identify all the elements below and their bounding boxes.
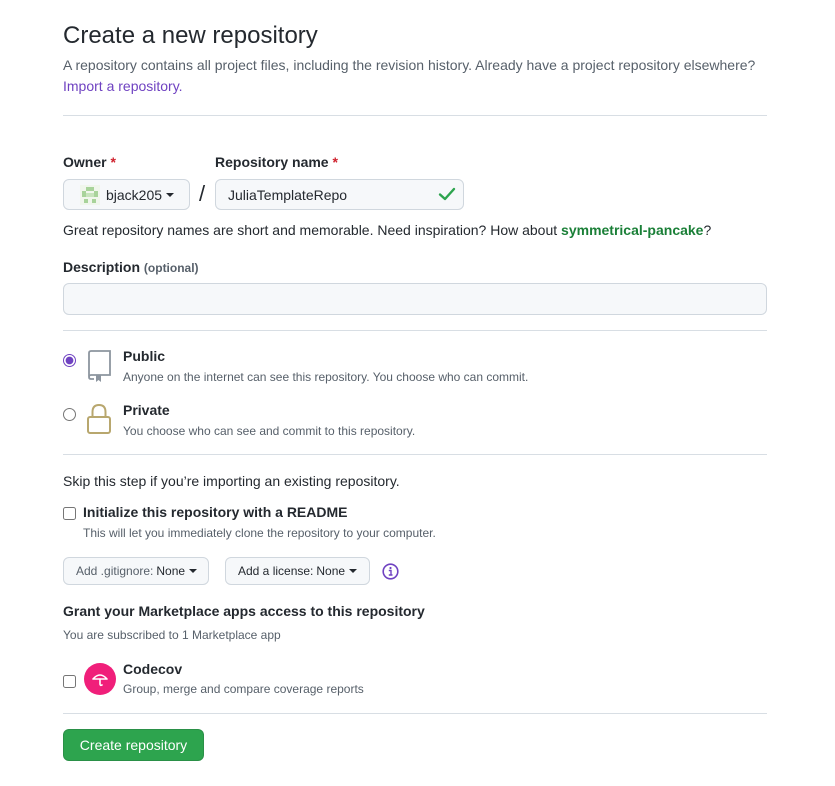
- divider: [63, 330, 767, 331]
- codecov-name: Codecov: [123, 661, 183, 677]
- repository-name-input[interactable]: [215, 179, 464, 210]
- required-mark: *: [332, 154, 338, 170]
- description-label-text: Description: [63, 259, 141, 275]
- private-radio[interactable]: [63, 408, 76, 421]
- check-icon: [438, 187, 456, 201]
- create-repository-button[interactable]: Create repository: [63, 729, 204, 761]
- owner-avatar: [80, 184, 100, 205]
- divider: [63, 713, 767, 714]
- caret-down-icon: [349, 569, 358, 573]
- description-input[interactable]: [63, 283, 767, 315]
- repo-book-icon: [88, 350, 111, 382]
- codecov-umbrella-icon: [92, 674, 108, 687]
- divider: [63, 115, 767, 116]
- license-value: None: [316, 564, 346, 578]
- page-subtitle: A repository contains all project files,…: [63, 57, 756, 73]
- license-select-button[interactable]: Add a license: None: [225, 557, 370, 585]
- gitignore-select-button[interactable]: Add .gitignore: None: [63, 557, 209, 585]
- private-desc: You choose who can see and commit to thi…: [123, 424, 416, 438]
- name-suggestion-link[interactable]: symmetrical-pancake: [561, 222, 703, 238]
- owner-value: bjack205: [106, 186, 163, 203]
- owner-label: Owner *: [63, 154, 116, 170]
- public-desc: Anyone on the internet can see this repo…: [123, 370, 529, 384]
- caret-down-icon: [166, 192, 175, 197]
- description-label: Description (optional): [63, 259, 199, 275]
- divider: [63, 454, 767, 455]
- marketplace-heading: Grant your Marketplace apps access to th…: [63, 603, 425, 619]
- license-label: Add a license:: [238, 564, 314, 578]
- readme-label[interactable]: Initialize this repository with a README: [83, 504, 347, 520]
- lock-icon: [87, 403, 111, 434]
- repo-name-label-text: Repository name: [215, 154, 329, 170]
- public-title: Public: [123, 348, 166, 364]
- optional-note: (optional): [143, 261, 199, 275]
- required-mark: *: [110, 154, 116, 170]
- codecov-logo: [84, 663, 116, 695]
- readme-checkbox[interactable]: [63, 507, 76, 520]
- repo-name-label: Repository name *: [215, 154, 338, 170]
- name-hint-suffix: ?: [703, 222, 712, 238]
- gitignore-label: Add .gitignore:: [76, 564, 154, 578]
- marketplace-subscribed-note: You are subscribed to 1 Marketplace app: [63, 628, 281, 642]
- info-icon[interactable]: [382, 563, 399, 580]
- owner-select-button[interactable]: bjack205: [63, 179, 190, 210]
- import-repository-link[interactable]: Import a repository.: [63, 78, 183, 94]
- codecov-checkbox[interactable]: [63, 675, 76, 688]
- gitignore-value: None: [156, 564, 186, 578]
- name-hint-prefix: Great repository names are short and mem…: [63, 222, 562, 238]
- public-radio[interactable]: [63, 354, 76, 367]
- caret-down-icon: [189, 569, 198, 573]
- page-title: Create a new repository: [63, 22, 318, 49]
- private-title: Private: [123, 402, 170, 418]
- skip-step-note: Skip this step if you’re importing an ex…: [63, 473, 400, 489]
- owner-label-text: Owner: [63, 154, 107, 170]
- codecov-desc: Group, merge and compare coverage report…: [123, 682, 364, 696]
- readme-desc: This will let you immediately clone the …: [83, 526, 436, 540]
- name-hint: Great repository names are short and mem…: [63, 222, 711, 238]
- owner-repo-separator: /: [199, 181, 206, 206]
